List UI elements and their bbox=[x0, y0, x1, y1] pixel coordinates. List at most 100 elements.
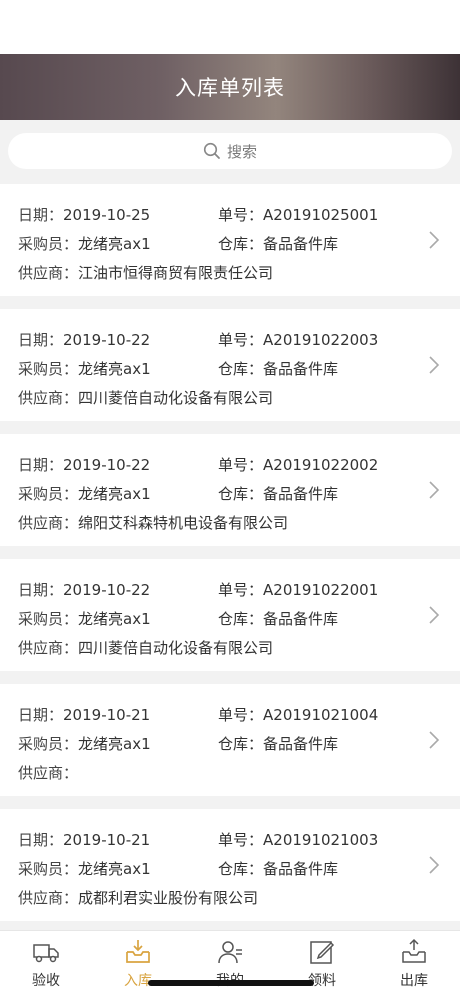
buyer-field: 采购员：龙绪亮ax1 bbox=[18, 483, 151, 504]
order-no-field: 单号：A20191025001 bbox=[218, 204, 378, 225]
supplier-label: 供应商： bbox=[18, 514, 79, 532]
user-icon bbox=[215, 937, 245, 967]
order-no-label: 单号： bbox=[218, 331, 264, 349]
tab-label: 验收 bbox=[32, 973, 60, 989]
home-indicator bbox=[148, 980, 314, 986]
chevron-right-icon bbox=[429, 731, 440, 749]
edit-icon bbox=[307, 937, 337, 967]
supplier-label: 供应商： bbox=[18, 639, 79, 657]
date-field: 日期：2019-10-22 bbox=[18, 329, 150, 350]
buyer-label: 采购员： bbox=[18, 610, 79, 628]
list-item[interactable]: 日期：2019-10-25 单号：A20191025001 采购员：龙绪亮ax1… bbox=[0, 184, 460, 296]
order-no-field: 单号：A20191022002 bbox=[218, 454, 378, 475]
supplier-field: 供应商： bbox=[18, 762, 78, 783]
buyer-field: 采购员：龙绪亮ax1 bbox=[18, 358, 151, 379]
warehouse-label: 仓库： bbox=[218, 485, 264, 503]
warehouse-value: 备品备件库 bbox=[263, 735, 339, 753]
buyer-label: 采购员： bbox=[18, 485, 79, 503]
status-bar bbox=[0, 0, 460, 54]
warehouse-field: 仓库：备品备件库 bbox=[218, 858, 338, 879]
tab-requisition[interactable]: 领料 bbox=[276, 931, 368, 997]
list-item[interactable]: 日期：2019-10-21 单号：A20191021004 采购员：龙绪亮ax1… bbox=[0, 684, 460, 796]
order-no-value: A20191022003 bbox=[263, 331, 379, 349]
warehouse-field: 仓库：备品备件库 bbox=[218, 483, 338, 504]
date-field: 日期：2019-10-22 bbox=[18, 454, 150, 475]
tab-inbound[interactable]: 入库 bbox=[92, 931, 184, 997]
order-no-field: 单号：A20191021003 bbox=[218, 829, 378, 850]
date-label: 日期： bbox=[18, 331, 64, 349]
order-no-field: 单号：A20191021004 bbox=[218, 704, 378, 725]
page-header: 入库单列表 bbox=[0, 54, 460, 120]
buyer-value: 龙绪亮ax1 bbox=[78, 860, 151, 878]
buyer-field: 采购员：龙绪亮ax1 bbox=[18, 233, 151, 254]
buyer-field: 采购员：龙绪亮ax1 bbox=[18, 858, 151, 879]
buyer-label: 采购员： bbox=[18, 235, 79, 253]
supplier-value: 四川菱倍自动化设备有限公司 bbox=[78, 639, 274, 657]
supplier-value: 成都利君实业股份有限公司 bbox=[78, 889, 259, 907]
buyer-value: 龙绪亮ax1 bbox=[78, 235, 151, 253]
date-value: 2019-10-21 bbox=[63, 831, 151, 849]
date-label: 日期： bbox=[18, 706, 64, 724]
outbox-upload-icon bbox=[399, 937, 429, 967]
order-no-label: 单号： bbox=[218, 206, 264, 224]
supplier-field: 供应商：成都利君实业股份有限公司 bbox=[18, 887, 258, 908]
order-no-value: A20191022002 bbox=[263, 456, 379, 474]
warehouse-label: 仓库： bbox=[218, 610, 264, 628]
warehouse-label: 仓库： bbox=[218, 735, 264, 753]
date-field: 日期：2019-10-22 bbox=[18, 579, 150, 600]
list-item[interactable]: 日期：2019-10-22 单号：A20191022003 采购员：龙绪亮ax1… bbox=[0, 309, 460, 421]
date-label: 日期： bbox=[18, 581, 64, 599]
supplier-value: 江油市恒得商贸有限责任公司 bbox=[78, 264, 274, 282]
list-item[interactable]: 日期：2019-10-21 单号：A20191021003 采购员：龙绪亮ax1… bbox=[0, 809, 460, 921]
chevron-right-icon bbox=[429, 231, 440, 249]
tab-label: 出库 bbox=[400, 973, 428, 989]
search-placeholder: 搜索 bbox=[226, 142, 257, 161]
chevron-right-icon bbox=[429, 606, 440, 624]
page-title: 入库单列表 bbox=[175, 76, 285, 100]
warehouse-field: 仓库：备品备件库 bbox=[218, 358, 338, 379]
tab-acceptance[interactable]: 验收 bbox=[0, 931, 92, 997]
buyer-field: 采购员：龙绪亮ax1 bbox=[18, 733, 151, 754]
buyer-value: 龙绪亮ax1 bbox=[78, 610, 151, 628]
buyer-value: 龙绪亮ax1 bbox=[78, 735, 151, 753]
date-label: 日期： bbox=[18, 206, 64, 224]
supplier-label: 供应商： bbox=[18, 764, 79, 782]
chevron-right-icon bbox=[429, 856, 440, 874]
order-no-label: 单号： bbox=[218, 831, 264, 849]
tab-mine[interactable]: 我的 bbox=[184, 931, 276, 997]
buyer-value: 龙绪亮ax1 bbox=[78, 360, 151, 378]
supplier-label: 供应商： bbox=[18, 264, 79, 282]
warehouse-value: 备品备件库 bbox=[263, 235, 339, 253]
order-no-label: 单号： bbox=[218, 581, 264, 599]
list-item[interactable]: 日期：2019-10-22 单号：A20191022002 采购员：龙绪亮ax1… bbox=[0, 434, 460, 546]
date-value: 2019-10-22 bbox=[63, 456, 151, 474]
buyer-label: 采购员： bbox=[18, 360, 79, 378]
truck-icon bbox=[31, 937, 61, 967]
date-value: 2019-10-25 bbox=[63, 206, 151, 224]
warehouse-value: 备品备件库 bbox=[263, 610, 339, 628]
search-icon bbox=[203, 142, 220, 159]
date-field: 日期：2019-10-21 bbox=[18, 829, 150, 850]
tab-outbound[interactable]: 出库 bbox=[368, 931, 460, 997]
date-value: 2019-10-22 bbox=[63, 581, 151, 599]
warehouse-label: 仓库： bbox=[218, 860, 264, 878]
order-no-value: A20191022001 bbox=[263, 581, 379, 599]
warehouse-field: 仓库：备品备件库 bbox=[218, 733, 338, 754]
order-no-value: A20191021003 bbox=[263, 831, 379, 849]
list-item[interactable]: 日期：2019-10-22 单号：A20191022001 采购员：龙绪亮ax1… bbox=[0, 559, 460, 671]
order-no-value: A20191025001 bbox=[263, 206, 379, 224]
search-input[interactable]: 搜索 bbox=[8, 133, 452, 169]
buyer-label: 采购员： bbox=[18, 860, 79, 878]
warehouse-field: 仓库：备品备件库 bbox=[218, 608, 338, 629]
supplier-label: 供应商： bbox=[18, 889, 79, 907]
warehouse-label: 仓库： bbox=[218, 235, 264, 253]
order-no-label: 单号： bbox=[218, 456, 264, 474]
date-label: 日期： bbox=[18, 831, 64, 849]
supplier-field: 供应商：四川菱倍自动化设备有限公司 bbox=[18, 387, 273, 408]
date-value: 2019-10-22 bbox=[63, 331, 151, 349]
warehouse-value: 备品备件库 bbox=[263, 860, 339, 878]
supplier-value: 绵阳艾科森特机电设备有限公司 bbox=[78, 514, 289, 532]
supplier-field: 供应商：绵阳艾科森特机电设备有限公司 bbox=[18, 512, 288, 533]
buyer-field: 采购员：龙绪亮ax1 bbox=[18, 608, 151, 629]
date-label: 日期： bbox=[18, 456, 64, 474]
